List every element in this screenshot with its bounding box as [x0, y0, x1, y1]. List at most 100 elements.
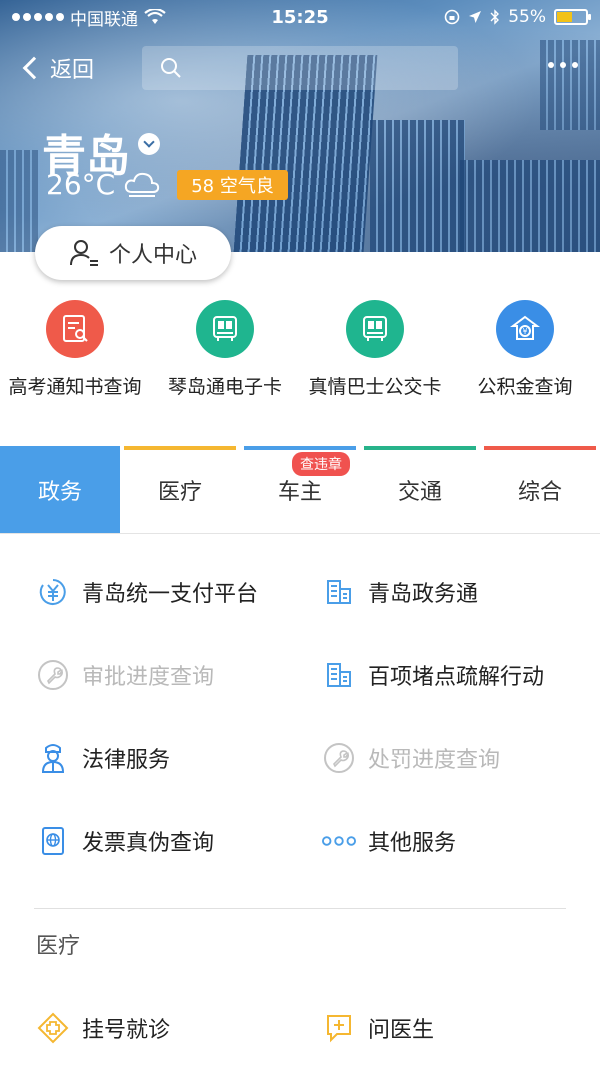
- chevron-left-icon: [22, 56, 46, 80]
- bluetooth-icon: [490, 9, 500, 25]
- quick-app-label: 公积金查询: [477, 376, 573, 398]
- service-item[interactable]: 百项堵点疏解行动: [300, 658, 600, 692]
- tab-transport[interactable]: 交通: [360, 446, 480, 533]
- quick-app-label: 高考通知书查询: [8, 376, 142, 398]
- service-label: 挂号就诊: [82, 1017, 171, 1043]
- cloud-icon: [125, 172, 160, 197]
- invoice-globe-icon: [36, 824, 70, 858]
- hero-building: [460, 160, 600, 252]
- quick-app-label: 真情巴士公交卡: [308, 376, 442, 398]
- category-tabs: 政务 医疗 查违章 车主 交通 综合: [0, 446, 600, 534]
- service-grid: 青岛统一支付平台 青岛政务通 审批进度查询 百项堵点疏解行动 法律服务 处罚进度…: [0, 550, 600, 882]
- back-label: 返回: [50, 58, 95, 83]
- hero-banner: 中国联通 15:25 55% 返回 青岛 26°C 58 空气良: [0, 0, 600, 252]
- weather-info: 26°C 58 空气良: [46, 168, 288, 201]
- section-divider: [34, 908, 566, 909]
- document-search-icon: [63, 315, 88, 342]
- service-row: 审批进度查询 百项堵点疏解行动: [0, 633, 600, 716]
- service-item[interactable]: 挂号就诊: [0, 1011, 300, 1045]
- rotation-lock-icon: [444, 9, 460, 25]
- personal-center-button[interactable]: 个人中心: [35, 226, 231, 280]
- quick-apps: 高考通知书查询 琴岛通电子卡 真情巴士公交卡 ¥ 公积金查询: [0, 300, 600, 399]
- service-label: 青岛统一支付平台: [82, 581, 259, 607]
- wrench-icon: [36, 658, 70, 692]
- tab-color-bar: [124, 446, 236, 450]
- bus-card-icon: [363, 316, 387, 341]
- tab-general[interactable]: 综合: [480, 446, 600, 533]
- fund-icon: ¥: [510, 315, 540, 340]
- hero-building: [0, 150, 40, 252]
- search-icon: [161, 58, 181, 78]
- service-row: 挂号就诊 问医生: [0, 986, 600, 1066]
- search-input[interactable]: [192, 57, 452, 79]
- location-icon: [469, 11, 482, 23]
- bus-card-icon: [213, 316, 237, 341]
- quick-app-item[interactable]: 高考通知书查询: [0, 300, 150, 399]
- service-row: 青岛统一支付平台 青岛政务通: [0, 550, 600, 633]
- service-row: 发票真伪查询 其他服务: [0, 799, 600, 882]
- tab-color-bar: [244, 446, 356, 450]
- chevron-down-icon: [138, 133, 160, 155]
- quick-app-icon-bg: [346, 300, 404, 358]
- temperature: 26°C: [46, 168, 116, 201]
- service-label: 百项堵点疏解行动: [368, 664, 545, 690]
- chat-plus-icon: [322, 1011, 356, 1045]
- building-icon: [322, 575, 356, 609]
- service-label: 其他服务: [368, 830, 457, 856]
- tab-label: 医疗: [157, 479, 202, 505]
- building-icon: [322, 658, 356, 692]
- quick-app-item[interactable]: 真情巴士公交卡: [300, 300, 450, 399]
- quick-app-icon-bg: [196, 300, 254, 358]
- medical-grid: 挂号就诊 问医生: [0, 986, 600, 1066]
- service-label: 处罚进度查询: [368, 747, 501, 773]
- hero-building: [370, 120, 465, 252]
- wifi-icon: [144, 9, 166, 24]
- air-quality-badge: 58 空气良: [177, 169, 288, 200]
- service-item[interactable]: 其他服务: [300, 824, 600, 858]
- violation-badge: 查违章: [292, 452, 350, 476]
- wrench-icon: [322, 741, 356, 775]
- service-item[interactable]: 发票真伪查询: [0, 824, 300, 858]
- service-label: 青岛政务通: [368, 581, 479, 607]
- tab-label: 交通: [397, 479, 442, 505]
- battery-percent: 55%: [508, 7, 546, 27]
- quick-app-label: 琴岛通电子卡: [167, 376, 282, 398]
- tab-color-bar: [364, 446, 476, 450]
- nav-bar: 返回: [0, 40, 600, 96]
- service-label: 审批进度查询: [82, 664, 215, 690]
- service-item[interactable]: 问医生: [300, 1011, 600, 1045]
- tab-label: 政务: [37, 479, 82, 505]
- service-item[interactable]: 青岛政务通: [300, 575, 600, 609]
- tab-color-bar: [484, 446, 596, 450]
- service-label: 问医生: [368, 1017, 435, 1043]
- quick-app-item[interactable]: ¥ 公积金查询: [450, 300, 600, 399]
- tab-government[interactable]: 政务: [0, 446, 120, 533]
- tab-medical[interactable]: 医疗: [120, 446, 240, 533]
- service-label: 法律服务: [82, 747, 171, 773]
- service-item[interactable]: 处罚进度查询: [300, 741, 600, 775]
- search-box[interactable]: [142, 46, 458, 90]
- quick-app-icon-bg: ¥: [496, 300, 554, 358]
- signal-icon: [12, 13, 64, 21]
- status-bar: 中国联通 15:25 55%: [0, 0, 600, 34]
- tab-car-owner[interactable]: 查违章 车主: [240, 446, 360, 533]
- yuan-circle-icon: [36, 575, 70, 609]
- service-item[interactable]: 审批进度查询: [0, 658, 300, 692]
- service-item[interactable]: 法律服务: [0, 741, 300, 775]
- more-menu-icon[interactable]: [548, 62, 578, 68]
- section-title-medical: 医疗: [36, 934, 81, 959]
- medical-cross-icon: [36, 1011, 70, 1045]
- personal-center-label: 个人中心: [108, 243, 197, 268]
- battery-fill: [557, 12, 573, 22]
- back-button[interactable]: 返回: [22, 52, 94, 84]
- quick-app-item[interactable]: 琴岛通电子卡: [150, 300, 300, 399]
- service-label: 发票真伪查询: [82, 830, 215, 856]
- quick-app-icon-bg: [46, 300, 104, 358]
- service-row: 法律服务 处罚进度查询: [0, 716, 600, 799]
- user-list-icon: [69, 240, 98, 266]
- carrier-label: 中国联通: [70, 9, 138, 30]
- service-item[interactable]: 青岛统一支付平台: [0, 575, 300, 609]
- svg-text:¥: ¥: [522, 327, 527, 336]
- tab-label: 车主: [277, 479, 322, 505]
- battery-icon: [554, 9, 591, 25]
